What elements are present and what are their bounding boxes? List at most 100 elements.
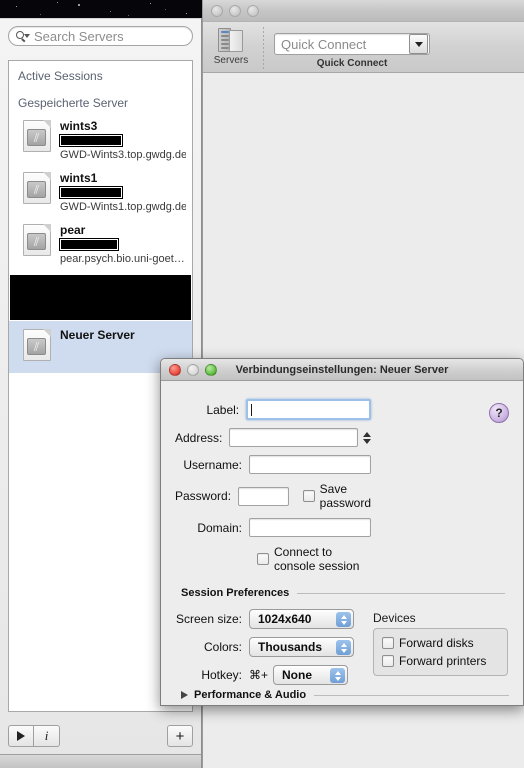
screen-size-label: Screen size:: [175, 612, 242, 626]
question-mark-icon: ?: [495, 406, 503, 420]
server-name: wints1: [60, 171, 98, 185]
info-icon: і: [44, 728, 49, 743]
connect-button[interactable]: [8, 725, 34, 747]
list-item[interactable]: pear pear.psych.bio.uni-goet…: [9, 219, 192, 271]
forward-disks-checkbox[interactable]: Forward disks: [382, 636, 499, 650]
back-window-titlebar[interactable]: [203, 0, 524, 22]
field-row-screen-size: Screen size: 1024x640: [175, 609, 371, 629]
session-preferences-title: Session Preferences: [181, 587, 290, 599]
colors-popup[interactable]: Thousands: [249, 637, 354, 657]
server-host: pear.psych.bio.uni-goet…: [60, 253, 185, 265]
hotkey-value: None: [282, 668, 313, 682]
connect-console-checkbox[interactable]: Connect to console session: [257, 545, 371, 573]
toolbar-separator: [263, 27, 264, 69]
forward-printers-label: Forward printers: [399, 654, 487, 668]
password-field[interactable]: [238, 486, 289, 506]
quick-connect-group-label: Quick Connect: [316, 58, 388, 69]
field-row-hotkey: Hotkey: ⌘+ None: [175, 665, 371, 685]
domain-field-label: Domain:: [197, 520, 242, 535]
devices-label: Devices: [373, 611, 416, 625]
field-row-password: Password: Save password: [175, 482, 371, 510]
popup-arrows-icon[interactable]: [336, 612, 351, 627]
list-item[interactable]: wints3 GWD-Wints3.top.gwdg.de: [9, 115, 192, 167]
dialog-titlebar[interactable]: Verbindungseinstellungen: Neuer Server: [161, 359, 523, 381]
field-row-domain: Domain:: [175, 518, 371, 537]
field-row-colors: Colors: Thousands: [175, 637, 371, 657]
performance-audio-label: Performance & Audio: [194, 689, 307, 701]
checkbox-icon[interactable]: [302, 490, 315, 502]
text-caret: [251, 403, 253, 416]
username-field[interactable]: [249, 455, 371, 474]
connect-console-label: Connect to console session: [274, 545, 360, 573]
connection-settings-dialog[interactable]: Verbindungseinstellungen: Neuer Server ?…: [160, 358, 524, 706]
field-row-label: Label:: [175, 399, 371, 420]
devices-group: Devices Forward disks Forward printers: [373, 611, 508, 676]
server-name: Neuer Server: [60, 328, 135, 342]
checkbox-icon[interactable]: [382, 637, 394, 649]
list-bottom-toolbar[interactable]: і +: [8, 720, 193, 752]
minimize-button[interactable]: [229, 5, 241, 17]
close-button[interactable]: [211, 5, 223, 17]
list-item[interactable]: wints1 GWD-Wints1.top.gwdg.de: [9, 167, 192, 219]
hotkey-popup[interactable]: None: [273, 665, 349, 685]
domain-field[interactable]: [249, 518, 371, 537]
redacted-username: [59, 134, 123, 147]
field-row-username: Username:: [175, 455, 371, 474]
toolbar-servers-label: Servers: [213, 55, 249, 66]
popup-arrows-icon[interactable]: [330, 668, 346, 683]
address-stepper[interactable]: [363, 428, 371, 447]
checkbox-icon[interactable]: [382, 655, 394, 667]
forward-printers-checkbox[interactable]: Forward printers: [382, 654, 499, 668]
toolbar-item-servers[interactable]: Servers: [203, 26, 259, 66]
add-server-button[interactable]: +: [167, 725, 193, 747]
address-field-label: Address:: [175, 430, 223, 445]
address-field[interactable]: [229, 428, 358, 447]
dialog-zoom-button[interactable]: [205, 364, 217, 376]
search-placeholder: Search Servers: [34, 28, 124, 44]
colors-label: Colors:: [203, 640, 242, 654]
zoom-button[interactable]: [247, 5, 259, 17]
rdp-document-icon: [23, 224, 51, 256]
rdp-document-icon: [23, 172, 51, 204]
plus-icon: +: [175, 727, 185, 745]
rdp-document-icon: [23, 329, 51, 361]
hotkey-label: Hotkey:: [201, 668, 242, 682]
screen-size-value: 1024x640: [258, 612, 312, 626]
colors-value: Thousands: [258, 640, 323, 654]
quick-connect-combobox[interactable]: Quick Connect: [274, 33, 430, 55]
search-input[interactable]: Search Servers: [8, 26, 193, 46]
dialog-minimize-button[interactable]: [187, 364, 199, 376]
redacted-list-item[interactable]: [9, 273, 192, 322]
username-field-label: Username:: [183, 457, 242, 472]
help-button[interactable]: ?: [489, 403, 509, 423]
save-password-label: Save password: [319, 482, 371, 510]
save-password-checkbox[interactable]: Save password: [302, 482, 371, 510]
server-name: pear: [60, 223, 86, 237]
password-field-label: Password:: [175, 489, 232, 503]
play-icon: [17, 731, 25, 741]
group-header-saved-servers: Gespeicherte Server: [18, 96, 129, 110]
field-row-address: Address:: [175, 428, 371, 447]
info-button[interactable]: і: [34, 725, 60, 747]
dialog-close-button[interactable]: [169, 364, 181, 376]
window-bottom-edge: [0, 754, 201, 768]
screen-size-popup[interactable]: 1024x640: [249, 609, 354, 629]
label-field[interactable]: [246, 399, 371, 420]
redacted-username: [59, 186, 123, 199]
server-rack-icon: [218, 27, 244, 53]
checkbox-icon[interactable]: [257, 553, 269, 565]
search-icon[interactable]: [16, 30, 30, 43]
toolbar-item-quick-connect[interactable]: Quick Connect Quick Connect: [274, 26, 524, 69]
server-host: GWD-Wints1.top.gwdg.de: [60, 201, 186, 213]
hotkey-modifier: ⌘+: [249, 668, 269, 682]
search-bar: Search Servers: [0, 19, 201, 53]
performance-audio-disclosure[interactable]: Performance & Audio: [181, 689, 509, 701]
main-toolbar[interactable]: Servers Quick Connect Quick Connect: [203, 22, 524, 73]
disclosure-triangle-icon[interactable]: [181, 691, 188, 699]
popup-arrows-icon[interactable]: [336, 640, 351, 655]
caret-down-icon[interactable]: [409, 34, 428, 54]
forward-disks-label: Forward disks: [399, 636, 474, 650]
redacted-username: [59, 238, 119, 251]
quick-connect-input[interactable]: Quick Connect: [275, 37, 409, 52]
label-field-label: Label:: [206, 402, 240, 417]
